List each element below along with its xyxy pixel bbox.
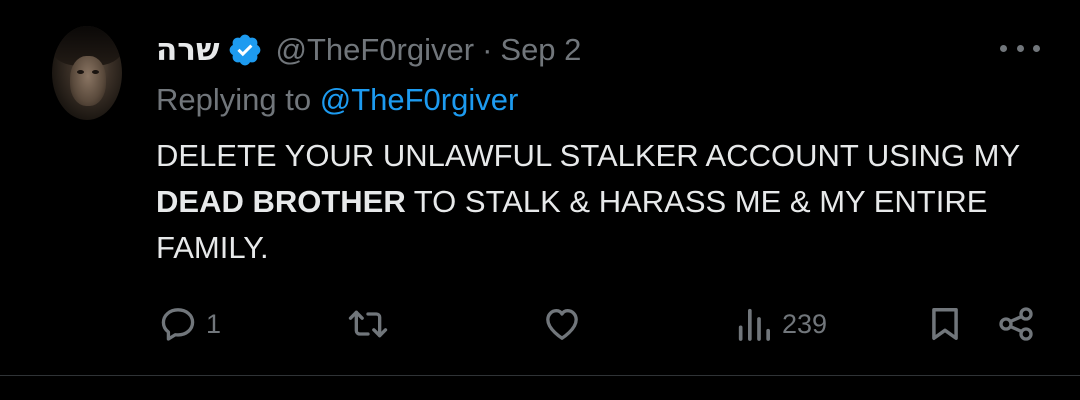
like-button[interactable]	[542, 304, 582, 344]
share-button[interactable]	[996, 304, 1036, 344]
more-options-icon[interactable]	[1000, 34, 1040, 62]
reply-icon	[158, 304, 198, 344]
replying-prefix: Replying to	[156, 82, 312, 117]
bookmark-icon	[926, 304, 964, 344]
tweet-body-bold: DEAD BROTHER	[156, 184, 406, 219]
avatar-eye-left	[77, 70, 84, 74]
share-icon	[996, 304, 1036, 344]
more-dot	[1033, 44, 1040, 52]
retweet-button[interactable]	[346, 304, 390, 344]
tweet[interactable]: שרה @TheF0rgiver · Sep 2 Replying to @Th…	[0, 0, 1080, 376]
more-dot	[1016, 44, 1024, 52]
views-button[interactable]: 239	[734, 304, 827, 344]
reply-button[interactable]: 1	[158, 304, 221, 344]
tweet-header: שרה @TheF0rgiver · Sep 2	[156, 30, 581, 70]
author-handle[interactable]: @TheF0rgiver	[275, 32, 474, 68]
tweet-body-text: DELETE YOUR UNLAWFUL STALKER ACCOUNT USI…	[156, 138, 1020, 173]
reply-count: 1	[206, 308, 222, 339]
divider	[0, 375, 1080, 376]
avatar-face	[70, 56, 106, 106]
replying-mention-link[interactable]: @TheF0rgiver	[320, 82, 519, 117]
author-name[interactable]: שרה	[156, 32, 219, 68]
more-dot	[1000, 44, 1007, 52]
avatar-eye-right	[92, 70, 99, 74]
tweet-body: DELETE YOUR UNLAWFUL STALKER ACCOUNT USI…	[156, 133, 1056, 271]
tweet-date[interactable]: Sep 2	[500, 32, 581, 68]
views-count: 239	[782, 308, 828, 339]
verified-badge-icon[interactable]	[227, 32, 263, 68]
like-icon	[542, 304, 582, 344]
bookmark-button[interactable]	[926, 304, 964, 344]
separator-dot: ·	[482, 32, 493, 67]
replying-to-line: Replying to @TheF0rgiver	[156, 82, 518, 118]
retweet-icon	[346, 304, 390, 344]
avatar[interactable]	[52, 26, 122, 120]
views-icon	[734, 304, 774, 344]
action-bar: 1 239	[0, 300, 1080, 350]
